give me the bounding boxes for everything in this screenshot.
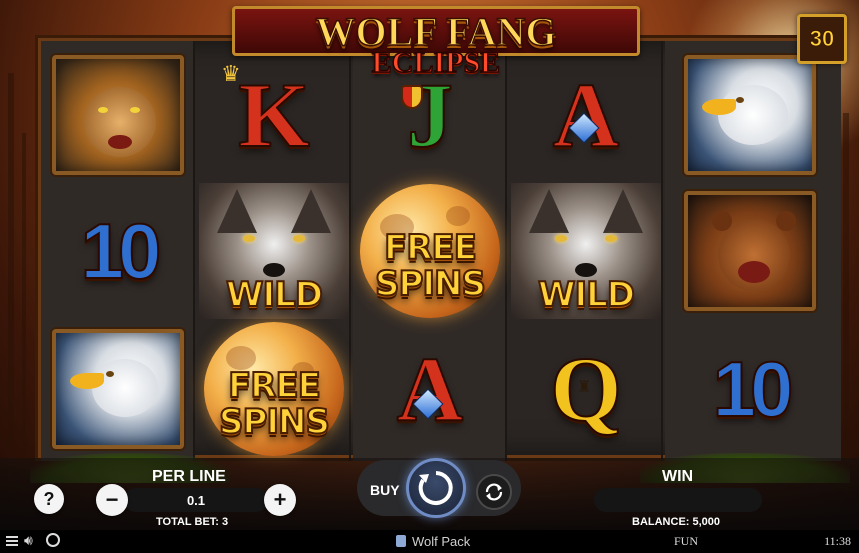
ten-card-text: 10 — [80, 207, 163, 295]
win-label: WIN — [662, 468, 694, 485]
reel-2: ♛ K WILD FREE SPINS — [197, 41, 351, 461]
free-label: FREE — [383, 228, 478, 268]
reel-4: A WILD Q ♜ — [509, 41, 663, 461]
bet-increase-button[interactable]: + — [264, 484, 296, 516]
spin-arrows-icon — [418, 471, 453, 505]
game-name: Wolf Pack — [412, 534, 471, 549]
win-display — [594, 488, 762, 512]
bear-icon — [684, 191, 816, 311]
wild-label: WILD — [225, 275, 324, 315]
spins-label: SPINS — [218, 402, 331, 442]
spins-label: SPINS — [374, 264, 487, 304]
symbol-free-spins: FREE SPINS — [199, 321, 349, 457]
symbol-queen: Q ♜ — [511, 321, 661, 457]
status-bar: 🔊︎ Wolf Pack FUN 11:38 — [0, 530, 859, 553]
symbol-ten: 10 — [675, 321, 825, 457]
shield-icon — [401, 85, 423, 109]
logo-subtitle: ECLIPSE — [371, 45, 501, 80]
help-button[interactable]: ? — [34, 484, 64, 514]
wolf-icon: WILD — [199, 183, 349, 319]
free-label: FREE — [227, 366, 322, 406]
autoplay-button[interactable] — [476, 474, 512, 510]
tree-silhouette — [843, 113, 849, 493]
symbol-ten: 10 — [43, 183, 193, 319]
wolf-icon: WILD — [511, 183, 661, 319]
clock: 11:38 — [824, 534, 851, 548]
symbol-ace: A — [355, 321, 505, 457]
ace-card-text: A — [396, 338, 464, 440]
speaker-icon[interactable]: 🔊︎ — [24, 532, 33, 549]
ten-card-text: 10 — [712, 345, 795, 433]
symbol-bear — [675, 183, 825, 319]
symbol-wild-wolf: WILD — [199, 183, 349, 319]
ways-badge: 30 — [797, 14, 847, 64]
reel-grid: 10 ♛ K WILD FREE SPINS J FREE SPINS A WI… — [38, 38, 841, 461]
spin-button[interactable] — [406, 458, 466, 518]
tree-silhouette — [8, 73, 14, 493]
buy-button[interactable]: BUY — [370, 482, 400, 498]
jack-card-text: J — [406, 64, 454, 166]
tree-silhouette — [22, 133, 26, 493]
reel-1: 10 — [41, 41, 195, 461]
mode-label: FUN — [674, 534, 699, 548]
symbol-leopard — [43, 47, 193, 183]
moon-icon: FREE SPINS — [204, 322, 344, 456]
symbol-wild-wolf: WILD — [511, 183, 661, 319]
symbol-eagle — [43, 321, 193, 457]
balance-label: BALANCE: 5,000 — [632, 516, 721, 528]
turbo-icon[interactable] — [46, 533, 60, 547]
game-logo: WOLF FANG ECLIPSE — [232, 4, 640, 80]
symbol-eagle — [675, 47, 825, 183]
eagle-icon — [52, 329, 184, 449]
reel-5: 10 — [665, 41, 841, 461]
provider-logo-icon — [396, 535, 406, 547]
wild-label: WILD — [537, 275, 636, 315]
reel-3: J FREE SPINS A — [353, 41, 507, 461]
per-line-label: PER LINE — [152, 468, 226, 485]
leopard-icon — [52, 55, 184, 175]
moon-icon: FREE SPINS — [360, 184, 500, 318]
autoplay-icon — [485, 483, 503, 501]
menu-icon[interactable] — [6, 534, 18, 548]
lantern-icon: ♜ — [577, 379, 592, 396]
total-bet-label: TOTAL BET: 3 — [156, 516, 229, 528]
symbol-free-spins: FREE SPINS — [355, 183, 505, 319]
per-line-value: 0.1 — [124, 488, 268, 512]
bet-decrease-button[interactable]: − — [96, 484, 128, 516]
king-card-text: K — [237, 64, 311, 166]
eagle-icon — [684, 55, 816, 175]
